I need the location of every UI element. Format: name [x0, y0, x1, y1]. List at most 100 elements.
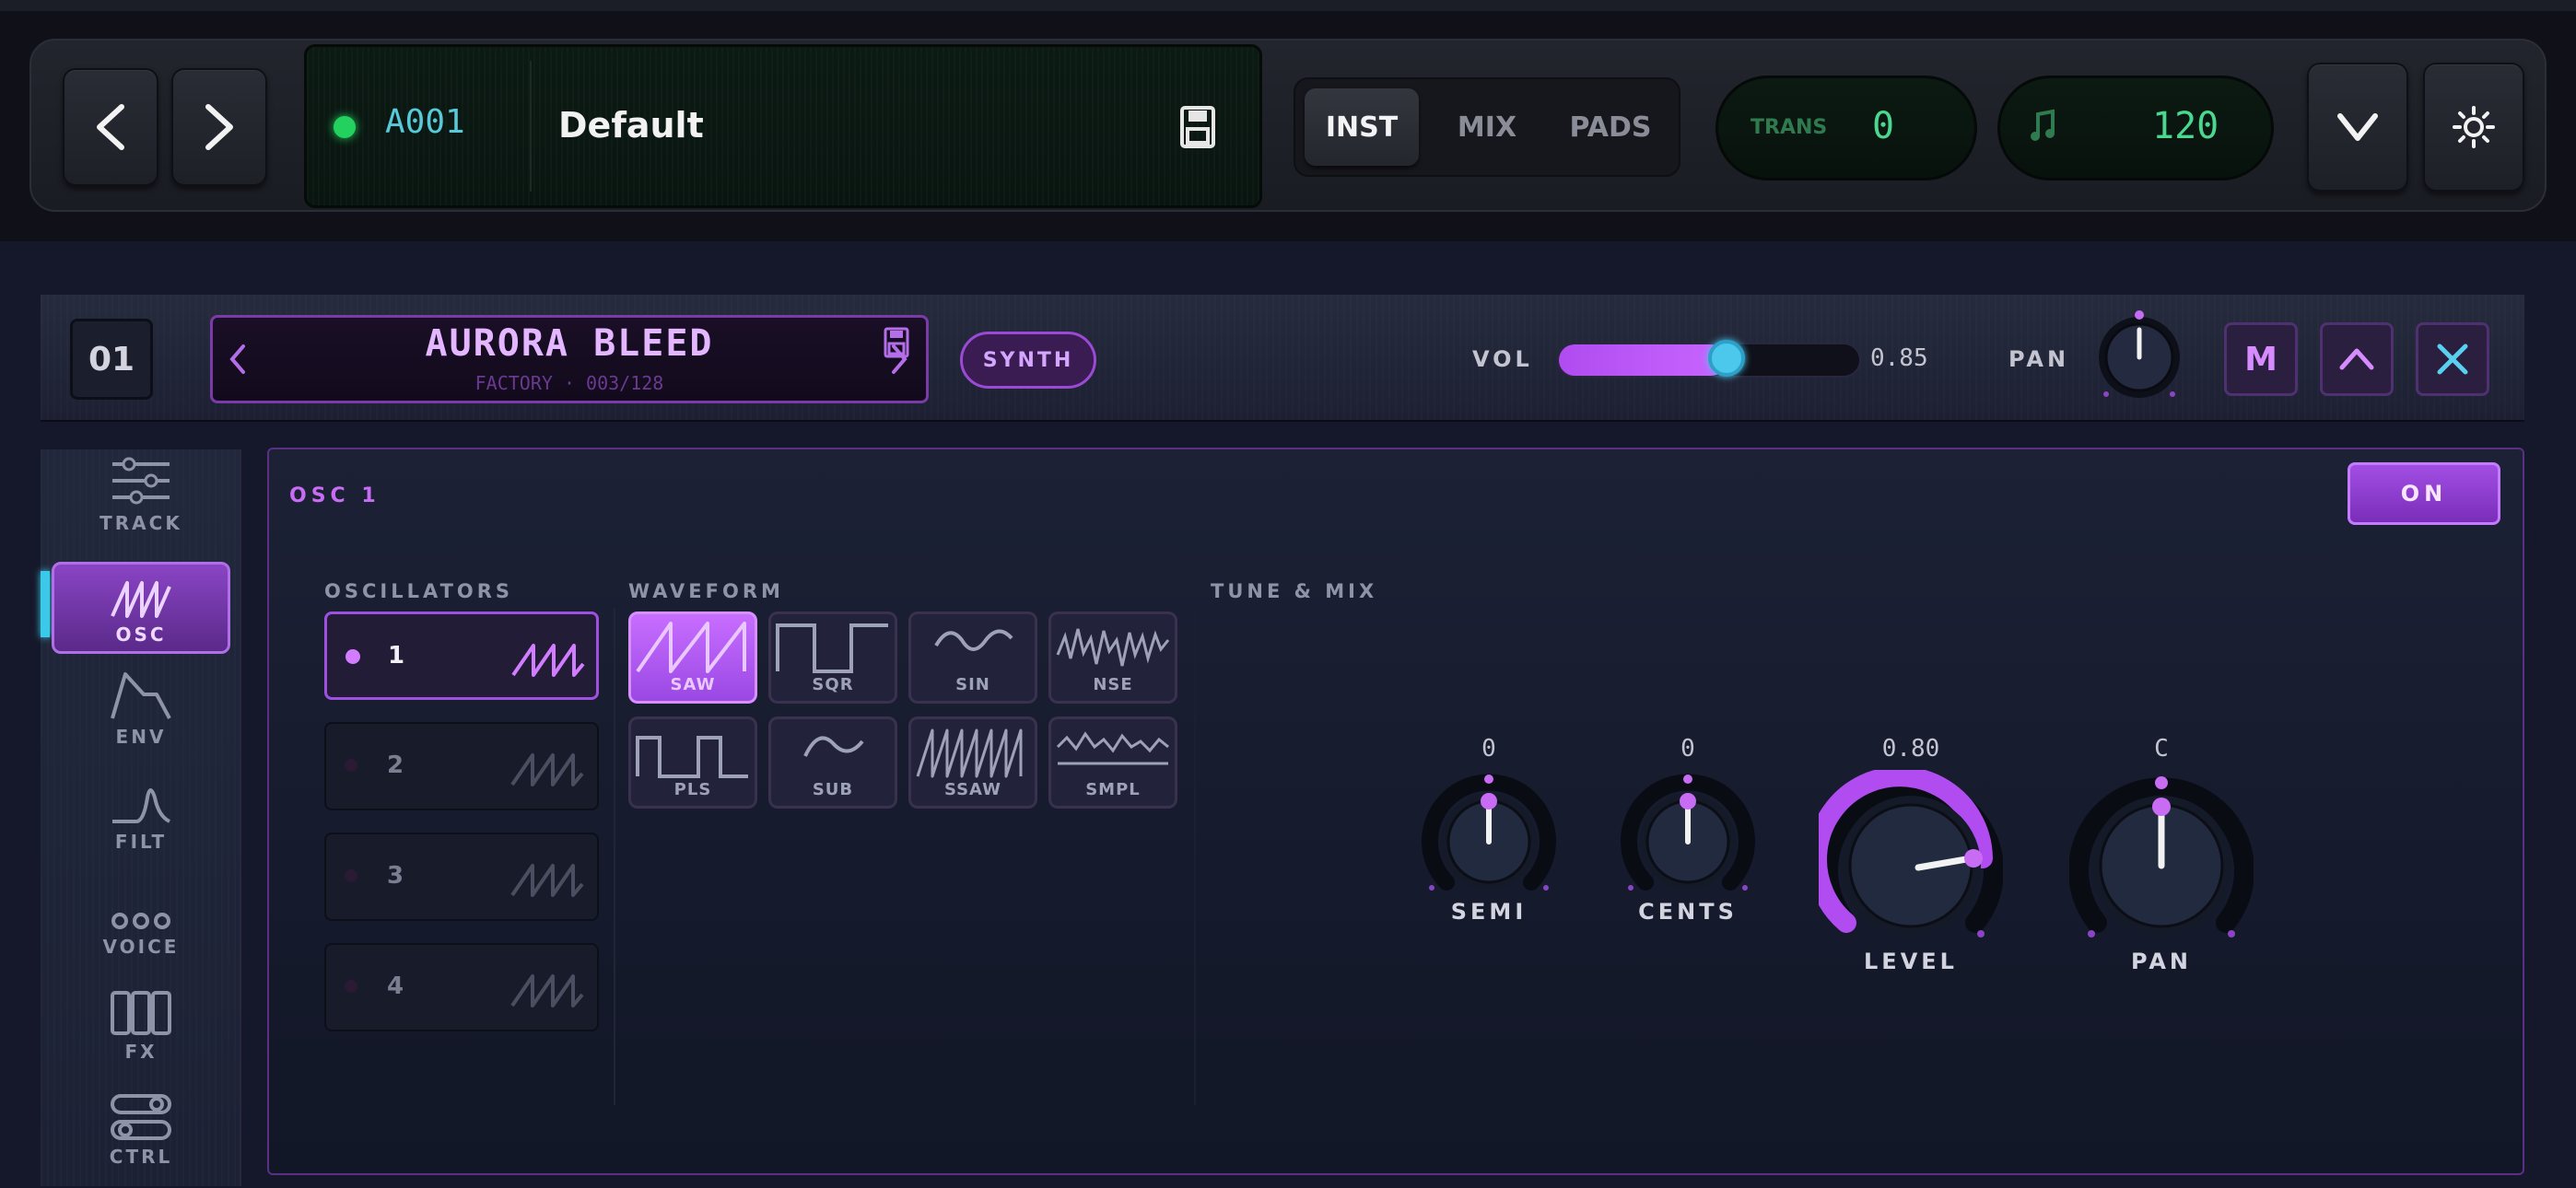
saw-wave-icon [510, 864, 584, 897]
mute-button[interactable]: M [2224, 322, 2298, 396]
sidebar-item-filt[interactable]: FILT [52, 766, 230, 858]
waveform-label: SAW [670, 675, 716, 694]
close-icon [2437, 344, 2468, 375]
volume-label: VOL [1472, 346, 1533, 372]
noise-wave-icon [1056, 628, 1170, 667]
transpose-label: TRANS [1751, 116, 1828, 139]
waveform-sin[interactable]: SIN [908, 611, 1037, 704]
waveform-sub[interactable]: SUB [768, 716, 897, 809]
level-knob[interactable] [1807, 766, 2004, 954]
waveform-smpl[interactable]: SMPL [1048, 716, 1177, 809]
next-preset-button[interactable] [171, 68, 267, 186]
semi-value: 0 [1481, 735, 1496, 763]
cents-label: CENTS [1638, 899, 1738, 925]
chevron-up-icon [2339, 348, 2374, 370]
semi-knob[interactable] [1419, 770, 1559, 903]
waveform-label: PLS [673, 780, 712, 799]
chevron-right-icon [892, 344, 907, 374]
track-preset-name: AURORA BLEED [425, 322, 714, 365]
sidebar-item-label: FILT [114, 831, 168, 853]
saw-wave-icon [636, 622, 746, 673]
prev-preset-button[interactable] [63, 68, 158, 186]
toggles-icon [111, 1094, 171, 1140]
filter-icon [112, 788, 171, 823]
sample-wave-icon [1056, 731, 1169, 765]
track-preset-subtitle: FACTORY · 003/128 [474, 372, 664, 394]
sidebar-item-label: FX [124, 1041, 158, 1063]
tempo-value: 120 [2152, 105, 2219, 147]
volume-slider-fill [1559, 344, 1727, 376]
save-preset-button[interactable] [1179, 105, 1216, 149]
waveform-saw[interactable]: SAW [628, 611, 757, 704]
sidebar-item-label: TRACK [100, 512, 182, 534]
volume-slider-thumb[interactable] [1708, 340, 1745, 377]
sidebar-item-ctrl[interactable]: CTRL [52, 1081, 230, 1173]
waveform-label: SSAW [943, 780, 1002, 799]
saw-wave-icon [510, 974, 584, 1007]
sidebar-item-label: ENV [115, 726, 167, 748]
waveform-heading: WAVEFORM [628, 580, 784, 602]
supersaw-wave-icon [916, 728, 1023, 778]
saw-wave-icon [510, 753, 584, 786]
oscillator-number: 2 [387, 751, 404, 779]
track-pan-knob[interactable] [2091, 306, 2187, 405]
display-divider [530, 61, 532, 192]
level-label: LEVEL [1864, 949, 1958, 974]
sidebar-item-label: CTRL [109, 1146, 173, 1168]
waveform-pls[interactable]: PLS [628, 716, 757, 809]
sidebar-item-label: VOICE [102, 936, 180, 958]
panel-title: OSC 1 [289, 484, 381, 507]
oscillator-led [345, 649, 360, 664]
settings-button[interactable] [2423, 63, 2524, 192]
tab-inst[interactable]: INST [1305, 88, 1419, 166]
track-number: 01 [70, 319, 153, 400]
tune-mix-heading: TUNE & MIX [1211, 580, 1378, 602]
osc-pan-knob[interactable] [2068, 770, 2254, 954]
oscillator-row-4[interactable]: 4 [324, 943, 599, 1031]
move-up-button[interactable] [2320, 322, 2394, 396]
oscillator-row-2[interactable]: 2 [324, 722, 599, 810]
envelope-icon [111, 672, 171, 719]
next-track-preset-button[interactable] [888, 343, 910, 379]
oscillator-row-1[interactable]: 1 [324, 611, 599, 700]
oscillator-number: 1 [388, 642, 405, 670]
sidebar-item-voice[interactable]: VOICE [52, 871, 230, 963]
sidebar-item-osc[interactable]: OSC [52, 562, 230, 654]
oscillators-heading: OSCILLATORS [324, 580, 514, 602]
pulse-wave-icon [636, 736, 748, 778]
semi-label: SEMI [1450, 899, 1528, 925]
sidebar-item-track[interactable]: TRACK [52, 448, 230, 540]
sub-wave-icon [803, 736, 864, 757]
synth-type-button[interactable]: SYNTH [960, 332, 1096, 389]
section-divider [614, 608, 615, 1105]
cents-knob[interactable] [1618, 770, 1758, 903]
oscillator-number: 3 [387, 862, 404, 890]
osc-pan-value: C [2154, 735, 2169, 763]
waveform-label: SMPL [1085, 780, 1141, 799]
chevron-down-icon [2337, 113, 2378, 141]
music-note-icon [2029, 109, 2056, 147]
waveform-ssaw[interactable]: SSAW [908, 716, 1037, 809]
tab-mix[interactable]: MIX [1430, 88, 1544, 166]
osc-on-button[interactable]: ON [2348, 462, 2500, 525]
sidebar-item-fx[interactable]: FX [52, 976, 230, 1068]
voice-dots-icon [111, 913, 170, 929]
waveform-sqr[interactable]: SQR [768, 611, 897, 704]
waveform-nse[interactable]: NSE [1048, 611, 1177, 704]
level-value: 0.80 [1881, 735, 1940, 763]
save-icon [1180, 106, 1215, 148]
osc-pan-label: PAN [2130, 949, 2193, 974]
sidebar-item-env[interactable]: ENV [52, 661, 230, 753]
sine-wave-icon [934, 629, 1013, 651]
top-strip [0, 0, 2576, 11]
oscillator-row-3[interactable]: 3 [324, 833, 599, 921]
section-divider [1194, 608, 1196, 1105]
sliders-icon [112, 457, 170, 505]
collapse-button[interactable] [2307, 63, 2408, 192]
oscillator-led [345, 980, 357, 993]
fx-icon [111, 991, 171, 1035]
waveform-label: SUB [812, 780, 854, 799]
cents-value: 0 [1680, 735, 1695, 763]
remove-track-button[interactable] [2416, 322, 2489, 396]
tab-pads[interactable]: PADS [1553, 88, 1668, 166]
